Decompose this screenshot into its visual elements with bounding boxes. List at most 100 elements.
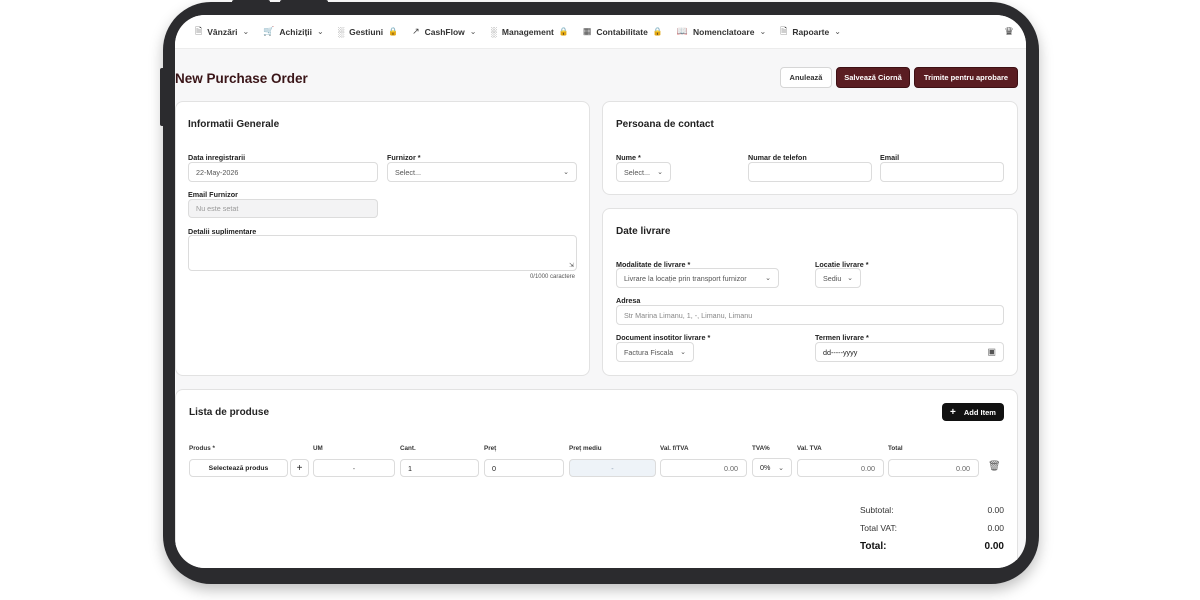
delivery-mode-value: Livrare la locație prin transport furniz… xyxy=(624,273,747,283)
submit-approval-button[interactable]: Trimite pentru aprobare xyxy=(914,67,1018,88)
price-value: 0 xyxy=(492,463,496,473)
delivery-location-value: Sediu xyxy=(823,273,842,283)
add-item-label: Add Item xyxy=(963,407,996,417)
phone-field[interactable] xyxy=(748,162,872,182)
nav-item-label: Gestiuni xyxy=(349,26,384,37)
nav-item-label: Nomenclatoare xyxy=(693,26,755,37)
calendar-icon[interactable]: ▣ xyxy=(987,347,996,358)
nav-item-label: Vânzări xyxy=(207,26,238,37)
product-select-label: Selectează produs xyxy=(208,464,269,472)
app-screen: 🗎 Vânzări ⌄ 🛒 Achiziții ⌄ ░ Gestiuni 🔒 ↗… xyxy=(175,15,1026,568)
total-vat-value: 0.00 xyxy=(987,523,1004,533)
nav-item-cashflow[interactable]: ↗ CashFlow ⌄ xyxy=(412,26,476,37)
delivery-document-select[interactable]: Factura Fiscala ⌄ xyxy=(616,342,694,362)
nav-item-label: Rapoarte xyxy=(792,26,830,37)
chevron-down-icon: ⌄ xyxy=(563,169,569,176)
cancel-button[interactable]: Anulează xyxy=(780,67,832,88)
chart-icon: ░ xyxy=(337,26,345,37)
supplier-email-label: Email Furnizor xyxy=(188,190,238,199)
cart-icon: 🛒 xyxy=(263,26,275,36)
nav-item-gestiuni[interactable]: ░ Gestiuni 🔒 xyxy=(338,27,398,37)
nav-item-nomenclatoare[interactable]: 📖 Nomenclatoare ⌄ xyxy=(677,26,766,37)
resize-handle-icon[interactable]: ⇲ xyxy=(569,262,574,269)
supplier-select[interactable]: Select... ⌄ xyxy=(387,162,577,182)
contact-name-value: Select... xyxy=(624,167,650,177)
chevron-down-icon: ⌄ xyxy=(847,275,853,282)
quantity-input[interactable]: 1 xyxy=(400,459,479,477)
nav-item-label: Management xyxy=(501,26,554,37)
nav-item-label: CashFlow xyxy=(424,26,465,37)
supplier-value: Select... xyxy=(395,167,421,177)
card-title: Lista de produse xyxy=(189,407,270,418)
grand-total-value: 0.00 xyxy=(984,541,1004,552)
products-card: Lista de produse + Add Item Produs * UM … xyxy=(175,389,1018,568)
address-field[interactable]: Str Marina Limanu, 1, -, Limanu, Limanu xyxy=(616,305,1004,325)
contact-email-label: Email xyxy=(880,153,900,162)
nav-item-achizitii[interactable]: 🛒 Achiziții ⌄ xyxy=(263,26,324,37)
delivery-document-label: Document insotitor livrare * xyxy=(616,333,711,342)
vat-value: 0.00 xyxy=(861,463,875,473)
trend-icon: ↗ xyxy=(412,26,420,36)
calculator-icon: ▦ xyxy=(582,26,592,36)
chart-icon: ░ xyxy=(490,26,497,37)
supplier-email-value: Nu este setat xyxy=(196,204,239,213)
date-label: Data inregistrarii xyxy=(188,153,246,162)
delivery-term-value: dd-----yyyy xyxy=(823,347,858,357)
page-title: New Purchase Order xyxy=(175,71,308,86)
nav-item-rapoarte[interactable]: 🗎 Rapoarte ⌄ xyxy=(780,24,841,40)
device-side-button xyxy=(160,68,165,126)
subtotal-label: Subtotal: xyxy=(860,505,894,515)
product-select-button[interactable]: Selectează produs xyxy=(189,459,288,477)
chevron-down-icon: ⌄ xyxy=(834,27,841,36)
plus-icon: + xyxy=(950,406,956,418)
lock-icon: 🔒 xyxy=(652,27,663,36)
chevron-down-icon: ⌄ xyxy=(778,464,784,472)
trash-icon[interactable]: 🗑 xyxy=(988,461,1001,472)
details-textarea[interactable]: ⇲ xyxy=(188,235,577,271)
delivery-mode-select[interactable]: Livrare la locație prin transport furniz… xyxy=(616,268,779,288)
vat-pct-value: 0% xyxy=(760,463,771,472)
chevron-down-icon: ⌄ xyxy=(759,27,767,36)
column-header-vat-pct: TVA% xyxy=(752,445,770,452)
column-header-value-no-vat: Val. f/TVA xyxy=(660,445,689,452)
save-draft-button[interactable]: Salvează Ciornă xyxy=(836,67,910,88)
delivery-term-label: Termen livrare * xyxy=(815,333,869,342)
delivery-term-date-input[interactable]: dd-----yyyy ▣ xyxy=(815,342,1004,362)
document-icon: 🗎 xyxy=(780,25,788,36)
char-count: 0/1000 caractere xyxy=(529,274,575,280)
crown-icon[interactable]: ♛ xyxy=(1004,25,1014,38)
quantity-value: 1 xyxy=(408,463,412,473)
delivery-card: Date livrare Modalitate de livrare * Liv… xyxy=(602,208,1018,376)
lock-icon: 🔒 xyxy=(388,27,399,36)
column-header-vat-value: Val. TVA xyxy=(797,445,822,452)
column-header-um: UM xyxy=(313,445,323,452)
date-field[interactable]: 22-May-2026 xyxy=(188,162,378,182)
general-info-card: Informatii Generale Data inregistrarii 2… xyxy=(175,101,590,376)
delivery-location-select[interactable]: Sediu ⌄ xyxy=(815,268,861,288)
address-value: Str Marina Limanu, 1, -, Limanu, Limanu xyxy=(624,310,753,320)
card-title: Informatii Generale xyxy=(188,119,280,130)
subtotal-value: 0.00 xyxy=(987,505,1004,515)
add-product-button[interactable]: + xyxy=(290,459,309,477)
avg-price-field: - xyxy=(569,459,656,477)
nav-item-contabilitate[interactable]: ▦ Contabilitate 🔒 xyxy=(583,26,663,37)
contact-email-field[interactable] xyxy=(880,162,1004,182)
column-header-avg-price: Preț mediu xyxy=(569,445,602,452)
nav-item-vanzari[interactable]: 🗎 Vânzări ⌄ xyxy=(195,24,249,40)
row-total-field: 0.00 xyxy=(888,459,979,477)
grand-total-label: Total: xyxy=(860,541,887,552)
vat-pct-select[interactable]: 0% ⌄ xyxy=(752,458,792,477)
chevron-down-icon: ⌄ xyxy=(765,275,771,282)
nav-item-management[interactable]: ░ Management 🔒 xyxy=(491,27,569,37)
supplier-label: Furnizor * xyxy=(387,153,421,162)
avg-price-value: - xyxy=(611,463,614,473)
price-input[interactable]: 0 xyxy=(484,459,564,477)
nav-item-label: Contabilitate xyxy=(596,26,648,37)
delivery-document-value: Factura Fiscala xyxy=(624,347,674,357)
lock-icon: 🔒 xyxy=(558,27,569,36)
um-field[interactable]: - xyxy=(313,459,395,477)
um-value: - xyxy=(352,463,356,473)
address-label: Adresa xyxy=(616,296,641,305)
add-item-button[interactable]: + Add Item xyxy=(942,403,1004,421)
contact-name-select[interactable]: Select... ⌄ xyxy=(616,162,671,182)
